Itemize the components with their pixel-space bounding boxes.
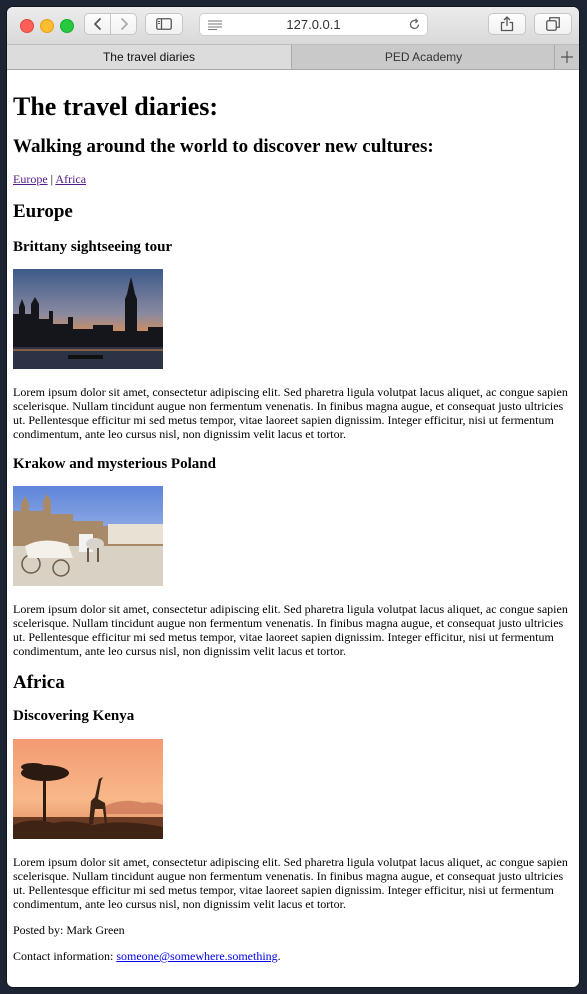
london-sunset-photo (13, 269, 163, 369)
contact-info: Contact information: someone@somewhere.s… (13, 949, 573, 963)
navigation-buttons (84, 13, 137, 35)
post-body: Lorem ipsum dolor sit amet, consectetur … (13, 855, 568, 911)
post-title: Krakow and mysterious Poland (13, 456, 216, 472)
europe-heading: Europe (13, 201, 73, 222)
sidebar-toggle-button[interactable] (145, 13, 183, 35)
address-bar[interactable]: 127.0.0.1 (199, 13, 428, 36)
post-body: Lorem ipsum dolor sit amet, consectetur … (13, 385, 568, 441)
page-content: The travel diaries: Walking around the w… (7, 70, 579, 987)
tab-travel-diaries[interactable]: The travel diaries (7, 45, 292, 69)
contact-email-link[interactable]: someone@somewhere.something (116, 949, 277, 963)
africa-heading: Africa (13, 672, 65, 693)
africa-link[interactable]: Africa (55, 172, 86, 186)
plus-icon (561, 51, 573, 63)
chevron-left-icon (93, 18, 101, 30)
share-icon (500, 16, 514, 32)
krakow-carriage-photo (13, 486, 163, 586)
chevron-right-icon (120, 18, 128, 30)
browser-window: 127.0.0.1 The travel diaries PED Academy… (7, 7, 579, 987)
page-subtitle: Walking around the world to discover new… (13, 136, 434, 157)
tab-ped-academy[interactable]: PED Academy (293, 45, 555, 69)
forward-button[interactable] (110, 14, 136, 34)
title-bar: 127.0.0.1 (7, 7, 579, 45)
minimize-window-button[interactable] (40, 19, 54, 33)
tab-label: PED Academy (384, 50, 463, 64)
post-body: Lorem ipsum dolor sit amet, consectetur … (13, 602, 568, 658)
tab-label: The travel diaries (102, 50, 196, 64)
share-button[interactable] (488, 13, 526, 35)
close-window-button[interactable] (20, 19, 34, 33)
europe-link[interactable]: Europe (13, 172, 48, 186)
posted-by: Posted by: Mark Green (13, 923, 125, 937)
kenya-giraffe-photo (13, 739, 163, 839)
nav-separator: | (50, 172, 54, 186)
page-title: The travel diaries: (13, 92, 219, 121)
section-nav: Europe | Africa (13, 172, 573, 186)
contact-label: Contact information: (13, 949, 114, 963)
show-tabs-button[interactable] (534, 13, 572, 35)
new-tab-button[interactable] (555, 45, 579, 69)
sidebar-icon (156, 18, 172, 30)
post-title: Discovering Kenya (13, 708, 135, 724)
contact-end: . (277, 949, 281, 963)
back-button[interactable] (85, 14, 110, 34)
url-text: 127.0.0.1 (286, 17, 341, 32)
reload-icon[interactable] (408, 18, 421, 31)
post-title: Brittany sightseeing tour (13, 239, 173, 255)
zoom-window-button[interactable] (60, 19, 74, 33)
tabs-overview-icon (546, 17, 560, 31)
tab-bar: The travel diaries PED Academy (7, 45, 579, 70)
